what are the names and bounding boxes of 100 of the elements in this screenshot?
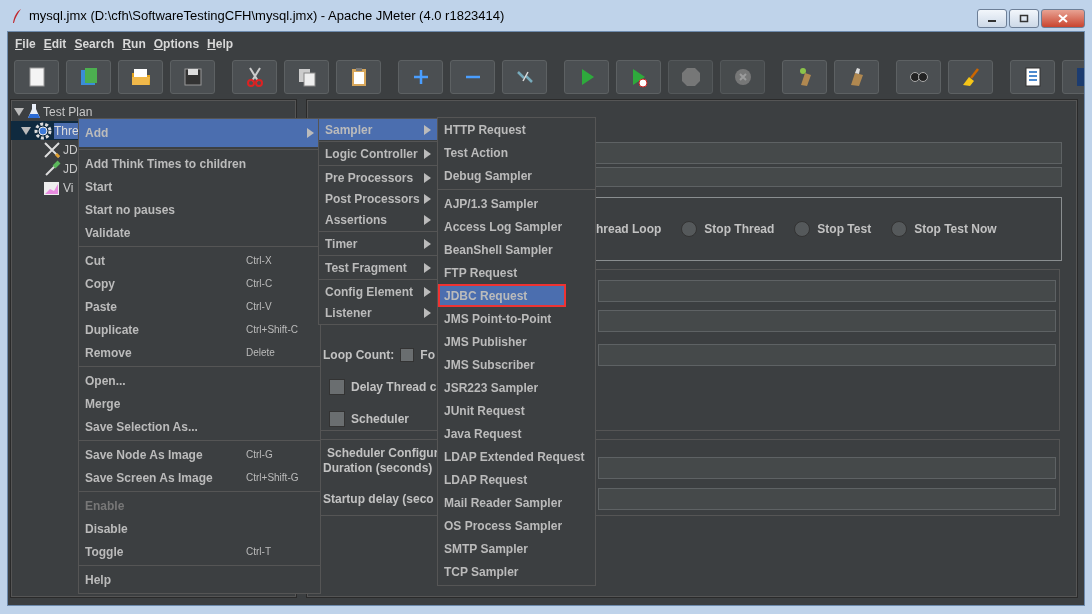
tree-item[interactable]: Test Plan <box>43 103 93 120</box>
pipette-icon <box>43 159 61 178</box>
group-title: Scheduler Configur <box>326 446 439 460</box>
tree-item[interactable]: JD <box>63 160 78 177</box>
menu-item[interactable]: Open... <box>79 369 320 392</box>
duration-label: Duration (seconds) <box>323 460 433 475</box>
close-icon <box>1058 14 1068 23</box>
checkbox[interactable] <box>329 378 345 395</box>
copy-button[interactable] <box>284 60 329 94</box>
comments-field[interactable] <box>595 167 1062 187</box>
menu-item[interactable]: JMS Publisher <box>438 330 595 353</box>
start-button[interactable] <box>564 60 609 94</box>
menu-item[interactable]: SMTP Sampler <box>438 537 595 560</box>
checkbox[interactable] <box>400 347 415 362</box>
flask-icon <box>27 103 41 120</box>
menu-item[interactable]: LDAP Request <box>438 468 595 491</box>
radio-button[interactable] <box>891 221 908 237</box>
checkbox[interactable] <box>329 410 345 427</box>
menu-item[interactable]: AJP/1.3 Sampler <box>438 192 595 215</box>
menu-item[interactable]: Add Think Times to children <box>79 152 320 175</box>
menu-item[interactable]: JSR223 Sampler <box>438 376 595 399</box>
menu-item[interactable]: File <box>12 36 41 51</box>
startup-delay-field[interactable] <box>598 487 1056 510</box>
menu-item[interactable]: OS Process Sampler <box>438 514 595 537</box>
templates-button[interactable] <box>66 60 111 94</box>
binoculars-icon <box>909 72 928 82</box>
maximize-icon <box>1019 14 1029 23</box>
checkbox-label: Fo <box>420 347 435 362</box>
menu-item[interactable]: Save Selection As... <box>79 415 320 438</box>
start-no-pauses-button[interactable] <box>616 60 661 94</box>
menu-item[interactable]: Validate <box>79 221 320 244</box>
minimize-button[interactable] <box>977 9 1007 28</box>
close-button[interactable] <box>1041 9 1085 28</box>
loop-count-label: Loop Count: <box>323 347 395 362</box>
menu-item[interactable]: TCP Sampler <box>438 560 595 583</box>
maximize-button[interactable] <box>1009 9 1039 28</box>
menu-item[interactable]: Start no pauses <box>79 198 320 221</box>
menu-item[interactable]: Copy Ctrl-C <box>79 272 320 295</box>
menu-item[interactable]: JMS Point-to-Point <box>438 307 595 330</box>
menu-item[interactable]: JUnit Request <box>438 399 595 422</box>
window-title: mysql.jmx (D:\cfh\SoftwareTestingCFH\mysql.jmx) - Apache JMeter (4.0 r1823414) <box>29 8 505 23</box>
radio-label: Stop Test <box>817 222 872 236</box>
radio-label: hread Loop <box>596 222 662 236</box>
search-button[interactable] <box>896 60 941 94</box>
cut-button[interactable] <box>232 60 277 94</box>
menu-item[interactable]: Run <box>119 36 151 51</box>
menu-item[interactable]: Disable <box>79 517 320 540</box>
radio-label: Stop Test Now <box>914 222 997 236</box>
open-button[interactable] <box>118 60 163 94</box>
clear-button[interactable] <box>782 60 827 94</box>
menu-item[interactable]: Access Log Sampler <box>438 215 595 238</box>
toggle-button[interactable] <box>502 60 547 94</box>
menu-item[interactable]: LDAP Extended Request <box>438 445 595 468</box>
radio-button[interactable] <box>681 221 698 237</box>
menu-item[interactable]: Save Node As Image Ctrl-G <box>79 443 320 466</box>
menu-item[interactable]: Java Request <box>438 422 595 445</box>
menu-item[interactable]: Test Action <box>438 141 595 164</box>
name-field[interactable] <box>595 142 1062 164</box>
loop-count-field[interactable] <box>598 343 1056 366</box>
menu-item[interactable]: FTP Request <box>438 261 595 284</box>
save-button[interactable] <box>170 60 215 94</box>
menu-item[interactable]: Remove Delete <box>79 341 320 364</box>
new-button[interactable] <box>14 60 59 94</box>
tree-item[interactable]: Vi <box>63 179 74 196</box>
wrench-icon <box>43 140 61 159</box>
expander-icon[interactable] <box>21 126 31 135</box>
radio-button[interactable] <box>794 221 811 237</box>
menu-item[interactable]: Debug Sampler <box>438 164 595 187</box>
menu-item[interactable]: JMS Subscriber <box>438 353 595 376</box>
threads-field[interactable] <box>598 279 1056 302</box>
menu-item[interactable]: Mail Reader Sampler <box>438 491 595 514</box>
gear-icon <box>34 121 52 140</box>
ramp-up-field[interactable] <box>598 309 1056 332</box>
menu-item[interactable]: HTTP Request <box>438 118 595 141</box>
expand-button[interactable] <box>398 60 443 94</box>
radio-label: Stop Thread <box>704 222 775 236</box>
menu-item[interactable]: Help <box>204 36 239 51</box>
menu-item[interactable]: Save Screen As Image Ctrl+Shift-G <box>79 466 320 489</box>
clear-all-button[interactable] <box>834 60 879 94</box>
menu-item[interactable]: BeanShell Sampler <box>438 238 595 261</box>
startup-delay-label: Startup delay (seco <box>323 491 434 506</box>
paste-button[interactable] <box>336 60 381 94</box>
duration-field[interactable] <box>598 456 1056 479</box>
minus-icon <box>464 75 481 79</box>
menu-item[interactable]: Help <box>79 568 320 591</box>
menu-item[interactable]: Start <box>79 175 320 198</box>
tree-item[interactable]: JD <box>63 141 78 158</box>
menu-item[interactable]: Edit <box>40 36 72 51</box>
menu-item[interactable]: Search <box>71 36 120 51</box>
menu-item[interactable]: Duplicate Ctrl+Shift-C <box>79 318 320 341</box>
menu-item[interactable]: Cut Ctrl-X <box>79 249 320 272</box>
checkbox-label: Delay Thread c <box>351 379 437 394</box>
function-helper-button[interactable] <box>1010 60 1055 94</box>
reset-search-button[interactable] <box>948 60 993 94</box>
checkbox-label: Scheduler <box>351 411 410 426</box>
menu-item[interactable]: Merge <box>79 392 320 415</box>
menu-item[interactable]: Paste Ctrl-V <box>79 295 320 318</box>
tree-item[interactable]: Thre <box>54 122 79 139</box>
menu-item[interactable]: Options <box>150 36 205 51</box>
menu-item[interactable]: Toggle Ctrl-T <box>79 540 320 563</box>
